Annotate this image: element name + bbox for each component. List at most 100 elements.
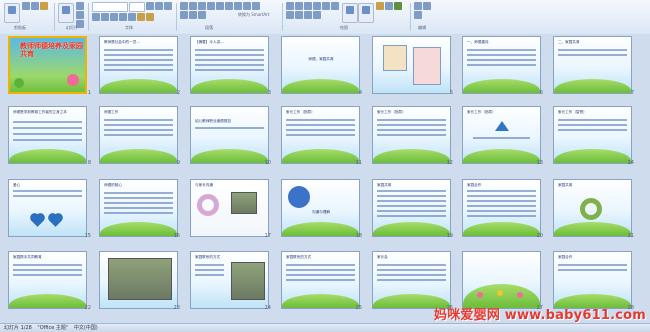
heart-icon — [31, 214, 44, 227]
shape-icon[interactable] — [286, 2, 294, 10]
slide-thumbnail-13[interactable]: 家长工作（指导） — [462, 106, 541, 164]
grow-font-icon[interactable] — [146, 2, 154, 10]
shadow-icon[interactable] — [119, 13, 127, 21]
slide-thumbnail-24[interactable]: 家园联系的方式 — [190, 251, 269, 309]
slide-thumbnail-8[interactable]: 师德是学前教育工作者的立身之本 — [8, 106, 87, 164]
shape-icon[interactable] — [295, 2, 303, 10]
slide-thumbnail-10[interactable]: 幼儿教师职业道德规范 — [190, 106, 269, 164]
slide-thumbnail-20[interactable]: 家园合作 — [462, 179, 541, 237]
shape-icon[interactable] — [331, 2, 339, 10]
text-direction-icon[interactable] — [234, 2, 242, 10]
shape-outline-icon[interactable] — [385, 2, 393, 10]
replace-icon[interactable] — [423, 2, 431, 10]
shape-icon[interactable] — [286, 11, 294, 19]
align-center-icon[interactable] — [252, 2, 260, 10]
align-left-icon[interactable] — [243, 2, 251, 10]
cut-icon[interactable] — [22, 2, 30, 10]
shape-effects-icon[interactable] — [394, 2, 402, 10]
text-line — [13, 195, 82, 197]
shape-icon[interactable] — [322, 2, 330, 10]
underline-icon[interactable] — [101, 13, 109, 21]
reset-icon[interactable] — [76, 11, 84, 19]
find-icon[interactable] — [414, 2, 422, 10]
slide-thumbnail-23[interactable] — [99, 251, 178, 309]
text-line — [104, 59, 173, 61]
font-size-select[interactable] — [129, 2, 145, 12]
format-painter-icon[interactable] — [40, 2, 48, 10]
font-color-icon[interactable] — [146, 13, 154, 21]
slide-thumbnail-6[interactable]: 一、师德建设 — [462, 36, 541, 94]
shapes-gallery[interactable] — [286, 2, 340, 32]
slide-thumbnail-1[interactable]: 教师师德培养及家园共育 — [8, 36, 87, 94]
grass-decoration — [100, 79, 177, 93]
slide-sorter[interactable]: 教师师德培养及家园共育 1 教师是社会中的一员… 2 【摘要】众人讲… 3 师德… — [0, 34, 650, 324]
slide-thumbnail-2[interactable]: 教师是社会中的一员… — [99, 36, 178, 94]
bullets-icon[interactable] — [180, 2, 188, 10]
decrease-indent-icon[interactable] — [198, 2, 206, 10]
shape-icon[interactable] — [313, 11, 321, 19]
slide-thumbnail-12[interactable]: 家长工作（指导） — [372, 106, 451, 164]
italic-icon[interactable] — [92, 13, 100, 21]
slide-thumbnail-16[interactable]: 师德的核心 — [99, 179, 178, 237]
copy-icon[interactable] — [31, 2, 39, 10]
slide-thumbnail-9[interactable]: 师德工作 — [99, 106, 178, 164]
slide-thumbnail-22[interactable]: 家园携手共同教育 — [8, 251, 87, 309]
arrow-up-icon — [495, 121, 509, 131]
slide-thumbnail-14[interactable]: 家长工作（智慧） — [553, 106, 632, 164]
justify-icon[interactable] — [189, 11, 197, 19]
columns-icon[interactable] — [225, 2, 233, 10]
shape-format-group — [376, 2, 406, 32]
new-slide-icon — [62, 6, 70, 14]
slide-thumbnail-3[interactable]: 【摘要】众人讲… — [190, 36, 269, 94]
align-right-icon[interactable] — [180, 11, 188, 19]
shrink-font-icon[interactable] — [155, 2, 163, 10]
slide-thumbnail-7[interactable]: 二、家园共育 — [553, 36, 632, 94]
slide-thumbnail-5[interactable] — [372, 36, 451, 94]
slide-thumbnail-27[interactable] — [462, 251, 541, 309]
text-line — [286, 124, 355, 126]
photo-image — [231, 192, 257, 214]
bold-icon[interactable] — [164, 2, 172, 10]
select-icon[interactable] — [414, 11, 422, 19]
slide-thumbnail-4[interactable]: 师德、家园共育 — [281, 36, 360, 94]
layout-icon[interactable] — [76, 2, 84, 10]
shape-icon[interactable] — [304, 11, 312, 19]
text-line — [104, 202, 173, 204]
strikethrough-icon[interactable] — [110, 13, 118, 21]
shape-icon[interactable] — [313, 2, 321, 10]
slide-thumbnail-18[interactable]: 沟通与理解 — [281, 179, 360, 237]
slide-number: 11 — [355, 160, 362, 166]
cycle-diagram — [580, 198, 602, 220]
slide-number: 5 — [449, 90, 453, 96]
slide-thumbnail-21[interactable]: 家园共育 — [553, 179, 632, 237]
font-family-select[interactable] — [92, 2, 128, 12]
text-line — [467, 190, 536, 192]
shape-icon[interactable] — [295, 11, 303, 19]
line-spacing-icon[interactable] — [216, 2, 224, 10]
spacing-icon[interactable] — [128, 13, 136, 21]
increase-indent-icon[interactable] — [207, 2, 215, 10]
text-line — [558, 49, 627, 51]
new-slide-button[interactable] — [58, 3, 74, 23]
slide-number: 4 — [358, 90, 362, 96]
numbering-icon[interactable] — [189, 2, 197, 10]
quick-styles-button[interactable] — [358, 3, 374, 23]
shape-fill-icon[interactable] — [376, 2, 384, 10]
shape-icon[interactable] — [304, 2, 312, 10]
slide-thumbnail-28[interactable]: 家园合作 — [553, 251, 632, 309]
arrange-button[interactable] — [342, 3, 358, 23]
slide-number: 25 — [355, 305, 362, 311]
slide-thumbnail-19[interactable]: 家园共育 — [372, 179, 451, 237]
slide-thumbnail-15[interactable]: 爱心 — [8, 179, 87, 237]
slide-thumbnail-11[interactable]: 家长工作（指导） — [281, 106, 360, 164]
slide-thumbnail-25[interactable]: 家园联系的方式 — [281, 251, 360, 309]
language-indicator[interactable]: 中文(中国) — [74, 325, 98, 331]
paste-button[interactable] — [4, 3, 20, 23]
text-line — [13, 269, 82, 271]
smartart-label[interactable]: 转换为 SmartArt — [238, 12, 269, 18]
change-case-icon[interactable] — [137, 13, 145, 21]
slide-thumbnail-17[interactable]: 与家长沟通 — [190, 179, 269, 237]
slide-thumbnail-26[interactable]: 家长会 — [372, 251, 451, 309]
align-text-icon[interactable] — [198, 11, 206, 19]
grass-decoration — [554, 79, 631, 93]
